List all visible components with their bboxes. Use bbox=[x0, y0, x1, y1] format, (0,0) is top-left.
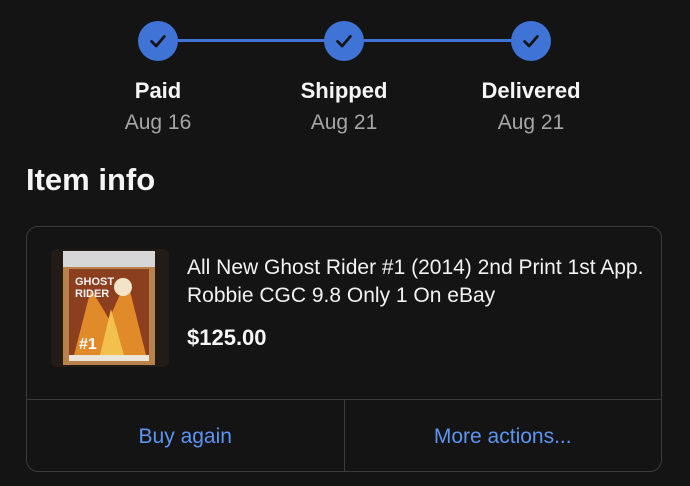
item-thumbnail[interactable]: GHOST RIDER #1 bbox=[51, 249, 169, 367]
progress-connector-2 bbox=[364, 39, 512, 42]
progress-connector-1 bbox=[178, 39, 326, 42]
step-delivered-check-icon bbox=[511, 21, 551, 61]
item-card: GHOST RIDER #1 All New Ghost Rider #1 (2… bbox=[26, 226, 662, 472]
step-shipped-label: Shipped bbox=[300, 78, 388, 103]
step-paid-check-icon bbox=[138, 21, 178, 61]
item-actions-bar: Buy again More actions... bbox=[27, 399, 662, 471]
step-shipped-check-icon bbox=[324, 21, 364, 61]
more-actions-button[interactable]: More actions... bbox=[343, 400, 662, 471]
order-progress-tracker: Paid Aug 16 Shipped Aug 21 Delivered Aug… bbox=[0, 0, 690, 150]
svg-text:#1: #1 bbox=[79, 336, 97, 353]
item-price: $125.00 bbox=[187, 325, 267, 350]
svg-text:RIDER: RIDER bbox=[75, 288, 109, 300]
step-delivered-label: Delivered bbox=[481, 78, 581, 103]
step-paid-date: Aug 16 bbox=[124, 111, 192, 134]
item-info-heading: Item info bbox=[26, 162, 156, 197]
step-delivered-date: Aug 21 bbox=[497, 111, 565, 134]
step-paid-label: Paid bbox=[134, 78, 182, 103]
step-shipped-date: Aug 21 bbox=[310, 111, 378, 134]
buy-again-button[interactable]: Buy again bbox=[27, 400, 344, 471]
svg-text:GHOST: GHOST bbox=[75, 276, 114, 288]
item-title[interactable]: All New Ghost Rider #1 (2014) 2nd Print … bbox=[187, 254, 647, 310]
